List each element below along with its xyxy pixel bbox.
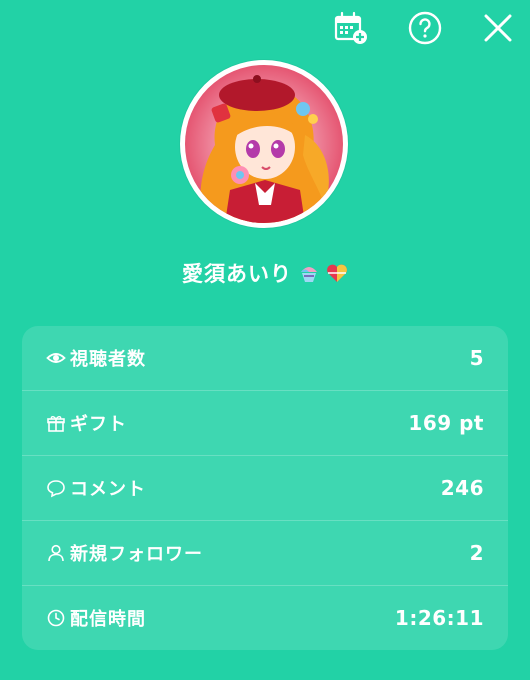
username: 愛須あいり [182,262,292,286]
calendar-add-icon[interactable] [331,8,371,48]
username-row: 愛須あいり [0,258,530,288]
stat-value-viewers: 5 [469,346,484,370]
stat-value-comments: 246 [440,476,484,500]
gift-icon [46,413,66,433]
user-icon [46,543,66,563]
stat-row-comments: コメント 246 [22,456,508,520]
stream-stats-card: 視聴者数 5 ギフト 169 pt コメント 246 新規フォロワー 2 配信時… [22,326,508,650]
stat-label-gifts: ギフト [70,414,127,435]
eye-icon [46,348,66,368]
comment-icon [46,478,66,498]
stat-value-duration: 1:26:11 [394,606,484,630]
stat-label-viewers: 視聴者数 [70,349,146,370]
close-icon[interactable] [478,8,518,48]
clock-icon [46,608,66,628]
top-bar [0,0,530,60]
stat-row-followers: 新規フォロワー 2 [22,521,508,585]
shaved-ice-emoji [298,262,320,284]
stat-label-comments: コメント [70,479,146,500]
stat-value-followers: 2 [469,541,484,565]
stat-row-duration: 配信時間 1:26:11 [22,586,508,650]
stat-row-viewers: 視聴者数 5 [22,326,508,390]
avatar-image [185,65,343,223]
help-icon[interactable] [405,8,445,48]
stat-label-followers: 新規フォロワー [70,544,203,565]
avatar[interactable] [180,60,348,228]
heart-emoji [326,262,348,284]
stat-label-duration: 配信時間 [70,609,146,630]
stat-value-gifts: 169 pt [408,411,484,435]
stat-row-gifts: ギフト 169 pt [22,391,508,455]
